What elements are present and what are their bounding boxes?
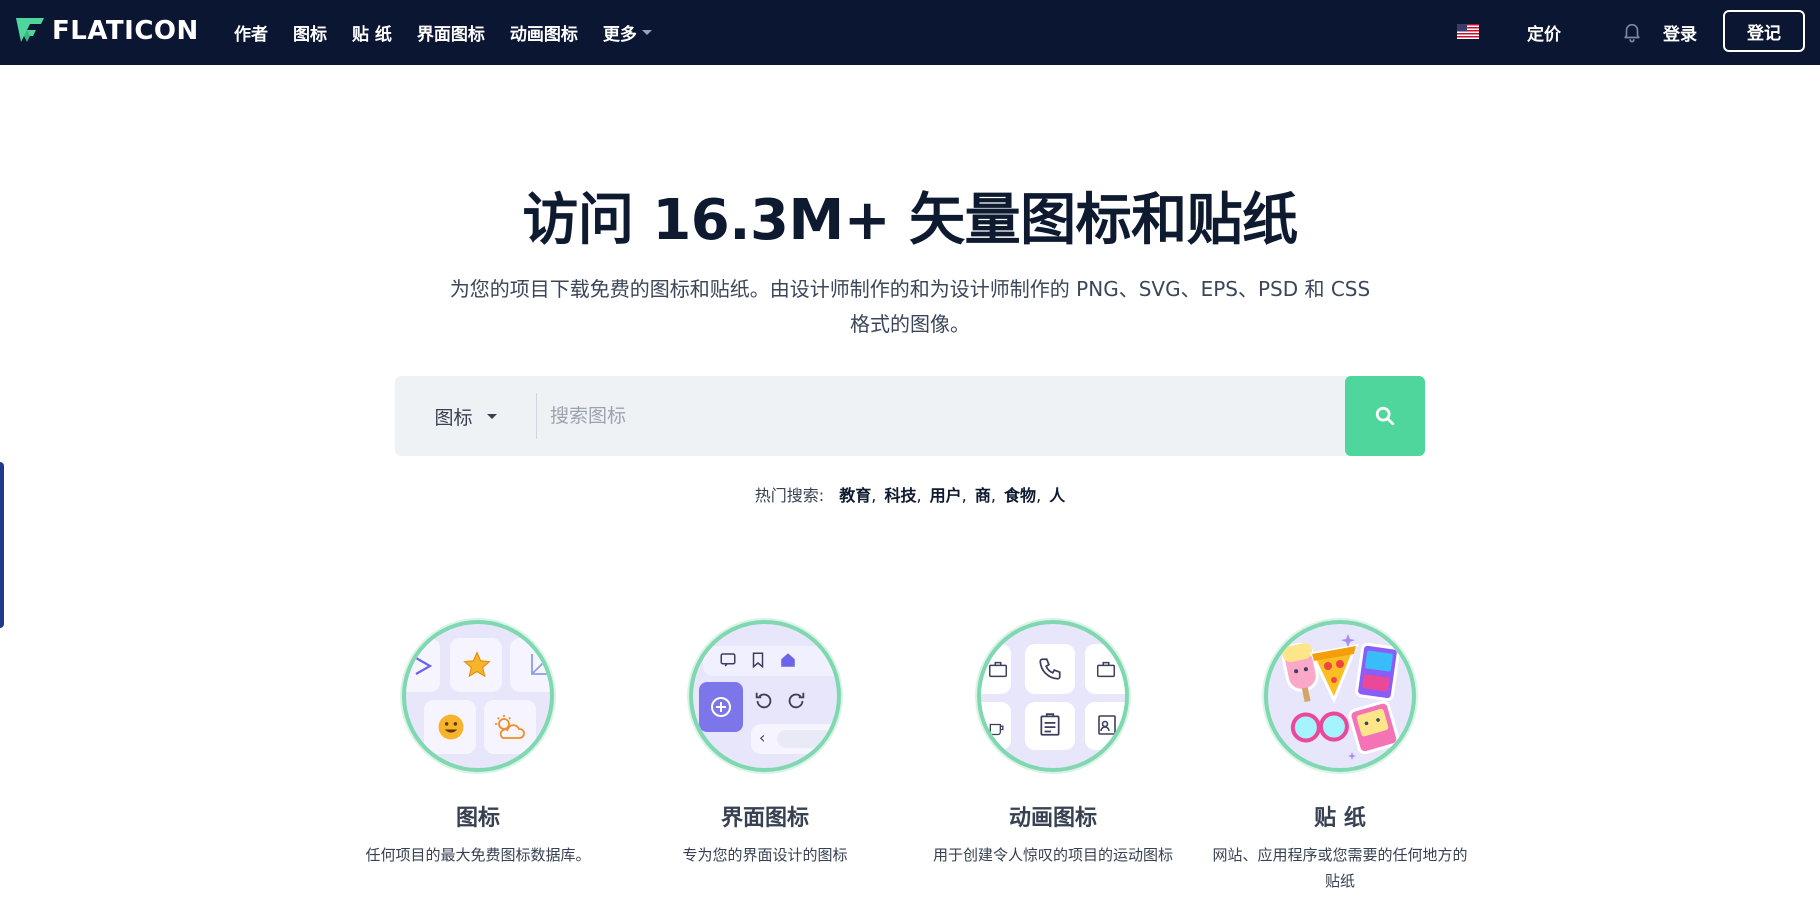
category-stickers[interactable]: 贴 纸 网站、应用程序或您需要的任何地方的贴纸 — [1190, 620, 1490, 894]
bell-icon[interactable] — [1621, 21, 1643, 43]
category-description: 网站、应用程序或您需要的任何地方的贴纸 — [1212, 846, 1468, 890]
category-title: 界面图标 — [720, 806, 809, 831]
animated-icons-illustration — [977, 620, 1129, 772]
bookmark-icon — [752, 652, 764, 669]
phone-icon — [1039, 658, 1061, 680]
flaticon-logo-icon — [16, 18, 44, 42]
nav-link-authors[interactable]: 作者 — [234, 20, 268, 45]
popular-term-business[interactable]: 商 — [975, 486, 991, 505]
briefcase-icon — [989, 661, 1007, 678]
search-icon — [1375, 406, 1395, 426]
nav-more-label: 更多 — [602, 25, 637, 45]
logo-text: FLATICON — [52, 16, 199, 46]
category-description: 任何项目的最大免费图标数据库。 — [365, 846, 591, 864]
clipboard-icon — [1040, 713, 1060, 736]
smiley-icon — [438, 714, 464, 740]
nav-login[interactable]: 登录 — [1663, 0, 1697, 65]
signup-button[interactable]: 登记 — [1723, 10, 1805, 52]
category-icons[interactable]: 图标 任何项目的最大免费图标数据库。 — [328, 620, 628, 868]
hero-title: 访问 16.3M+ 矢量图标和贴纸 — [522, 188, 1298, 253]
nav-link-animated-icons[interactable]: 动画图标 — [510, 20, 578, 45]
category-title: 图标 — [455, 806, 500, 831]
interface-icons-illustration: ‹ — [689, 620, 841, 772]
popular-term-people[interactable]: 人 — [1049, 486, 1065, 505]
search-type-label: 图标 — [434, 406, 473, 429]
nav-link-more[interactable]: 更多 — [603, 20, 652, 45]
ruler-icon — [531, 654, 550, 675]
nav-link-interface-icons[interactable]: 界面图标 — [417, 20, 485, 45]
category-title: 贴 纸 — [1314, 806, 1366, 831]
sun-cloud-icon — [495, 715, 525, 739]
coffee-icon — [989, 723, 1004, 736]
flaticon-logo[interactable]: FLATICON — [14, 15, 199, 47]
nav-link-stickers[interactable]: 贴 纸 — [352, 20, 392, 45]
popular-label: 热门搜索: — [754, 486, 825, 505]
category-title: 动画图标 — [1008, 806, 1097, 831]
category-interface-icons[interactable]: ‹ 界面图标 专为您的界面设计的图标 — [615, 620, 915, 868]
home-icon — [781, 653, 795, 667]
search-button[interactable] — [1345, 376, 1425, 456]
popular-term-technology[interactable]: 科技 — [884, 486, 916, 505]
popular-term-education[interactable]: 教育 — [839, 486, 871, 505]
nav-pricing[interactable]: 定价 — [1527, 0, 1561, 65]
message-icon — [720, 653, 736, 667]
undo-icon — [755, 692, 772, 709]
popular-term-food[interactable]: 食物 — [1004, 486, 1036, 505]
redo-icon — [788, 692, 805, 709]
nav-link-icons[interactable]: 图标 — [293, 20, 327, 45]
search-input[interactable] — [550, 386, 1330, 446]
hero-subtitle: 为您的项目下载免费的图标和贴纸。由设计师制作的和为设计师制作的 PNG、SVG、… — [449, 277, 1371, 336]
search-bar: 图标 — [395, 376, 1425, 456]
chevron-down-icon — [486, 413, 497, 419]
stickers-illustration — [1264, 620, 1416, 772]
id-badge-icon — [1098, 715, 1116, 735]
category-description: 专为您的界面设计的图标 — [682, 846, 848, 864]
plus-circle-icon — [711, 697, 731, 717]
search-type-dropdown[interactable]: 图标 — [395, 376, 536, 456]
sticker-collage-icon — [1282, 634, 1400, 760]
category-animated-icons[interactable]: 动画图标 用于创建令人惊叹的项目的运动图标 — [903, 620, 1203, 868]
nav-links: 作者 图标 贴 纸 界面图标 动画图标 更多 — [234, 0, 677, 65]
chevron-down-icon — [641, 30, 652, 35]
chevron-left-icon: ‹ — [759, 728, 766, 747]
search-divider — [536, 393, 537, 439]
popular-term-user[interactable]: 用户 — [930, 486, 962, 505]
us-flag-icon[interactable] — [1457, 24, 1479, 39]
popular-searches: 热门搜索: 教育, 科技, 用户, 商, 食物, 人 — [754, 486, 1066, 505]
send-icon — [415, 657, 433, 675]
category-description: 用于创建令人惊叹的项目的运动图标 — [932, 846, 1173, 864]
briefcase-icon — [1097, 661, 1115, 678]
star-icon — [463, 651, 491, 678]
top-navbar: FLATICON 作者 图标 贴 纸 界面图标 动画图标 更多 定价 登录 登记 — [0, 0, 1820, 65]
icons-illustration — [402, 620, 554, 772]
